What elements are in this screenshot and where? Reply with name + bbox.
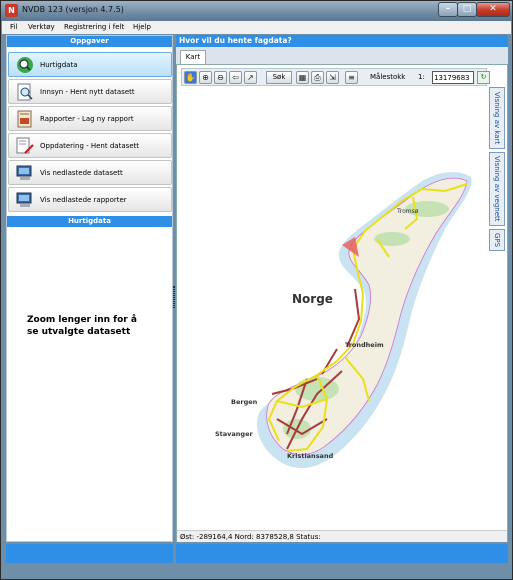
export-icon[interactable]: ⇲ bbox=[326, 71, 339, 84]
task-hurtigdata-button[interactable]: Hurtigdata bbox=[8, 52, 172, 77]
maximize-button[interactable]: □ bbox=[457, 2, 477, 17]
tab-gps[interactable]: GPS bbox=[489, 229, 505, 251]
ost-value: -289164,4 bbox=[196, 533, 233, 541]
edit-document-icon bbox=[16, 137, 34, 154]
menu-verktoy[interactable]: Verktøy bbox=[28, 23, 55, 31]
panel-splitter[interactable] bbox=[173, 286, 175, 308]
title-bar[interactable]: N NVDB 123 (versjon 4.7.5) – □ ✕ bbox=[1, 1, 512, 21]
menu-bar: Fil Verktøy Registrering i felt Hjelp bbox=[2, 21, 511, 34]
zoom-hint-text: Zoom lenger inn for å se utvalgte datase… bbox=[27, 315, 137, 337]
task-innsyn-button[interactable]: Innsyn - Hent nytt datasett bbox=[8, 79, 172, 104]
zoom-in-icon[interactable]: ⊕ bbox=[199, 71, 212, 84]
map-status-bar: Øst: -289164,4 Nord: 8378528,8 Status: bbox=[177, 530, 507, 542]
app-window: N NVDB 123 (versjon 4.7.5) – □ ✕ Fil Ver… bbox=[0, 0, 513, 580]
magnifier-icon bbox=[17, 57, 33, 73]
scale-bar-icon[interactable]: ≡ bbox=[345, 71, 358, 84]
hurtigdata-section-header: Hurtigdata bbox=[7, 216, 172, 227]
scale-prefix: 1: bbox=[418, 73, 425, 81]
map-label-stavanger: Stavanger bbox=[215, 430, 253, 438]
task-oppdatering-button[interactable]: Oppdatering - Hent datasett bbox=[8, 133, 172, 158]
ost-label: Øst: bbox=[180, 533, 195, 541]
tasks-header: Oppgaver bbox=[7, 36, 172, 47]
minimize-button[interactable]: – bbox=[438, 2, 458, 17]
pan-hand-icon[interactable]: ✋ bbox=[184, 71, 197, 84]
task-label: Oppdatering - Hent datasett bbox=[40, 142, 140, 150]
tab-kart[interactable]: Kart bbox=[180, 50, 206, 65]
nord-label: Nord: bbox=[234, 533, 254, 541]
nvdb-app-icon: N bbox=[5, 4, 18, 17]
search-document-icon bbox=[17, 83, 33, 101]
norway-map[interactable]: Norge Tromsø Trondheim Bergen Stavanger … bbox=[177, 89, 487, 529]
refresh-scale-icon[interactable]: ↻ bbox=[477, 71, 490, 84]
window-frame-bottom bbox=[1, 564, 512, 579]
task-vis-rapporter-button[interactable]: Vis nedlastede rapporter bbox=[8, 187, 172, 212]
task-label: Rapporter - Lag ny rapport bbox=[40, 115, 134, 123]
report-icon bbox=[17, 110, 32, 128]
menu-fil[interactable]: Fil bbox=[10, 23, 17, 31]
task-rapporter-button[interactable]: Rapporter - Lag ny rapport bbox=[8, 106, 172, 131]
zoom-out-icon[interactable]: ⊖ bbox=[214, 71, 227, 84]
menu-registrering[interactable]: Registrering i felt bbox=[64, 23, 124, 31]
computer-icon bbox=[16, 192, 32, 207]
tab-strip: Kart bbox=[176, 47, 508, 65]
map-label-norge: Norge bbox=[292, 292, 333, 306]
scale-input[interactable] bbox=[432, 71, 474, 84]
map-label-kristiansand: Kristiansand bbox=[287, 452, 334, 460]
right-bottom-bar bbox=[176, 544, 508, 563]
map-panel-header: Hvor vil du hente fagdata? bbox=[176, 35, 508, 47]
map-label-tromso: Tromsø bbox=[396, 208, 419, 215]
search-button[interactable]: Søk bbox=[266, 71, 292, 84]
task-vis-datasett-button[interactable]: Vis nedlastede datasett bbox=[8, 160, 172, 185]
task-label: Hurtigdata bbox=[40, 61, 78, 69]
window-title: NVDB 123 (versjon 4.7.5) bbox=[22, 5, 124, 14]
task-label: Vis nedlastede rapporter bbox=[40, 196, 127, 204]
status-label: Status: bbox=[296, 533, 321, 541]
map-label-trondheim: Trondheim bbox=[345, 341, 384, 349]
layers-icon[interactable]: ▦ bbox=[296, 71, 309, 84]
measure-icon[interactable]: ↗ bbox=[244, 71, 257, 84]
tab-visning-av-kart[interactable]: Visning av kart bbox=[489, 87, 505, 149]
nord-value: 8378528,8 bbox=[255, 533, 294, 541]
computer-icon bbox=[16, 165, 32, 180]
task-label: Vis nedlastede datasett bbox=[40, 169, 123, 177]
back-arrow-icon[interactable]: ⇦ bbox=[229, 71, 242, 84]
left-bottom-bar bbox=[6, 544, 173, 563]
scale-label: Målestokk bbox=[370, 73, 406, 81]
map-frame: ✋ ⊕ ⊖ ⇦ ↗ Søk ▦ ⎙ ⇲ ≡ Målestokk 1: ↻ Vis… bbox=[176, 64, 508, 542]
map-label-bergen: Bergen bbox=[231, 398, 258, 406]
map-toolbar: ✋ ⊕ ⊖ ⇦ ↗ Søk ▦ ⎙ ⇲ ≡ Målestokk 1: ↻ bbox=[181, 68, 490, 86]
tab-visning-av-vegnett[interactable]: Visning av vegnett bbox=[489, 152, 505, 226]
task-label: Innsyn - Hent nytt datasett bbox=[40, 88, 135, 96]
close-button[interactable]: ✕ bbox=[476, 2, 510, 17]
print-icon[interactable]: ⎙ bbox=[311, 71, 324, 84]
task-panel: Oppgaver Hurtigdata Innsyn - Hent nytt d… bbox=[6, 35, 173, 542]
menu-hjelp[interactable]: Hjelp bbox=[133, 23, 151, 31]
